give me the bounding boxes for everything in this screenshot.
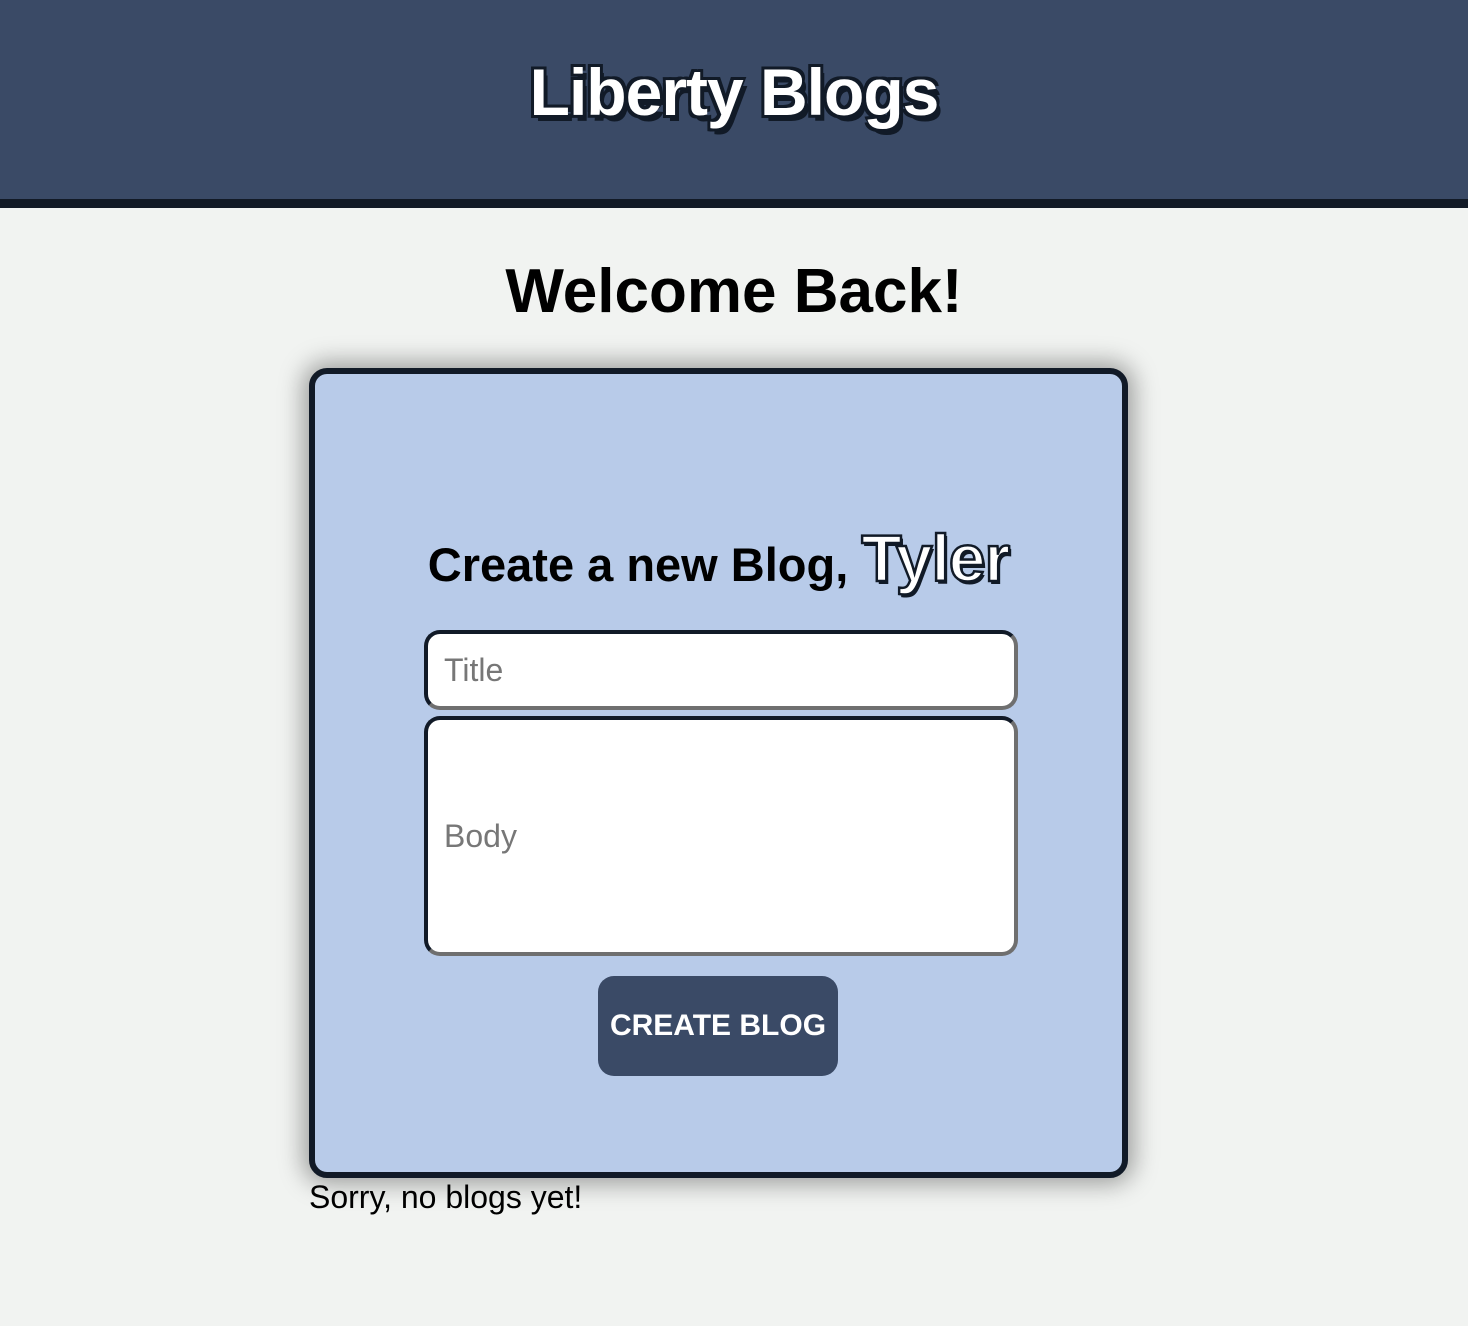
no-blogs-message: Sorry, no blogs yet! xyxy=(309,1179,583,1215)
title-input[interactable] xyxy=(424,630,1018,710)
create-blog-heading: Create a new Blog, Tyler xyxy=(315,520,1122,597)
username: Tyler xyxy=(860,520,1011,597)
site-header: Liberty Blogs xyxy=(0,0,1468,208)
create-blog-button[interactable]: CREATE BLOG xyxy=(598,976,838,1076)
body-input[interactable] xyxy=(424,716,1018,956)
create-blog-heading-text: Create a new Blog, xyxy=(427,538,849,591)
create-blog-card: Create a new Blog, Tyler CREATE BLOG xyxy=(309,368,1128,1178)
welcome-heading: Welcome Back! xyxy=(505,257,963,326)
site-title: Liberty Blogs xyxy=(529,54,940,129)
